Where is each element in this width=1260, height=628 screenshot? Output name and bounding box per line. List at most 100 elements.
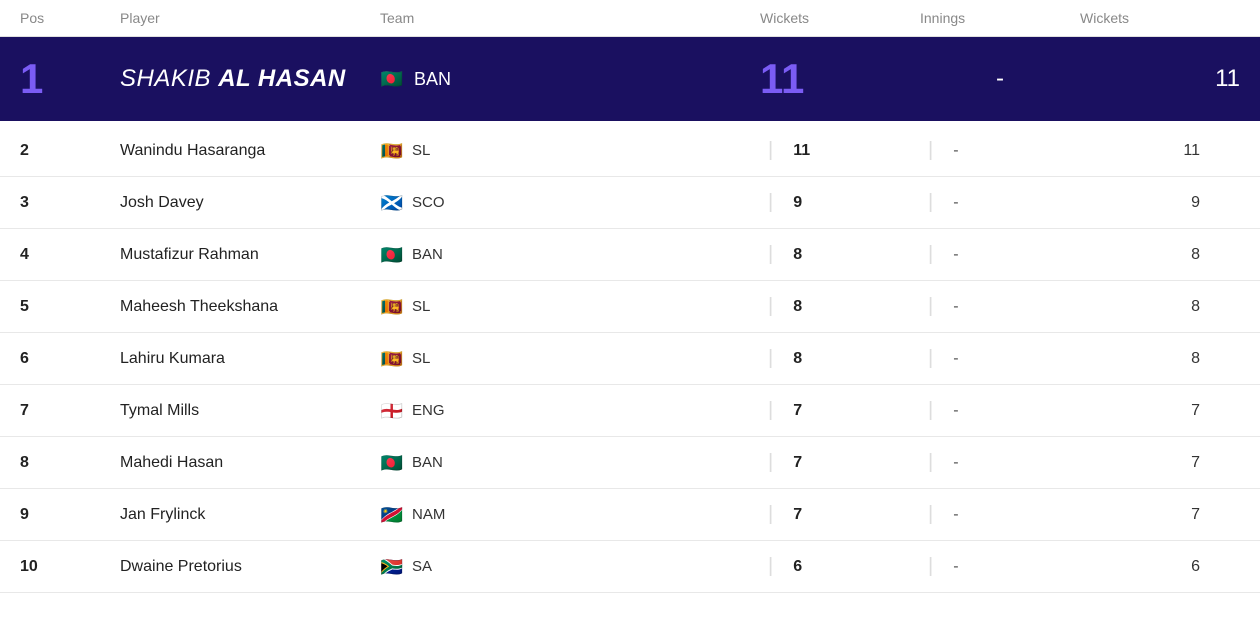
row-team: 🏴󠁧󠁢󠁳󠁣󠁴󠁿 SCO [380, 194, 760, 211]
row-team-code: SL [412, 298, 430, 315]
row-wickets: 8 [793, 298, 802, 316]
table-row: 3 Josh Davey 🏴󠁧󠁢󠁳󠁣󠁴󠁿 SCO | 9 | - 9 [0, 177, 1260, 229]
top-team: 🇧🇩 BAN [380, 69, 760, 90]
row-innings: - [953, 350, 958, 368]
row-pos: 2 [20, 142, 120, 160]
row-player: Dwaine Pretorius [120, 558, 380, 576]
top-innings: - [920, 65, 1080, 93]
row-wickets2-col: 9 [1080, 194, 1240, 212]
row-flag: 🇳🇦 [380, 507, 404, 523]
row-innings-col: | - [920, 295, 1080, 318]
header-player: Player [120, 10, 380, 26]
leaderboard-table: Pos Player Team Wickets Innings Wickets … [0, 0, 1260, 593]
table-row: 6 Lahiru Kumara 🇱🇰 SL | 8 | - 8 [0, 333, 1260, 385]
row-pos: 8 [20, 454, 120, 472]
row-innings: - [953, 558, 958, 576]
row-wickets2-col: 6 [1080, 558, 1240, 576]
row-team-code: NAM [412, 506, 445, 523]
row-player: Jan Frylinck [120, 506, 380, 524]
row-wickets-col: | 11 [760, 139, 920, 162]
top-player-row: 1 SHAKIB AL HASAN 🇧🇩 BAN 11 - 11 [0, 37, 1260, 121]
row-player: Lahiru Kumara [120, 350, 380, 368]
row-wickets: 7 [793, 402, 802, 420]
row-innings-col: | - [920, 243, 1080, 266]
top-player-name: SHAKIB AL HASAN [120, 65, 380, 93]
header-innings: Innings [920, 10, 1080, 26]
row-wickets: 11 [793, 142, 810, 160]
row-wickets2: 11 [1183, 142, 1220, 160]
row-wickets-col: | 7 [760, 451, 920, 474]
row-pos: 3 [20, 194, 120, 212]
top-team-code: BAN [414, 69, 451, 90]
row-wickets-col: | 8 [760, 243, 920, 266]
row-wickets: 8 [793, 350, 802, 368]
row-innings: - [953, 506, 958, 524]
row-wickets-col: | 8 [760, 347, 920, 370]
row-wickets2-col: 8 [1080, 246, 1240, 264]
table-row: 7 Tymal Mills 🏴󠁧󠁢󠁥󠁮󠁧󠁿 ENG | 7 | - 7 [0, 385, 1260, 437]
row-flag: 🇱🇰 [380, 143, 404, 159]
table-row: 2 Wanindu Hasaranga 🇱🇰 SL | 11 | - 11 [0, 125, 1260, 177]
row-wickets2: 7 [1191, 506, 1220, 524]
row-wickets2-col: 7 [1080, 506, 1240, 524]
row-flag: 🇱🇰 [380, 299, 404, 315]
row-player: Mahedi Hasan [120, 454, 380, 472]
row-team: 🇿🇦 SA [380, 558, 760, 575]
table-row: 8 Mahedi Hasan 🇧🇩 BAN | 7 | - 7 [0, 437, 1260, 489]
row-innings: - [953, 402, 958, 420]
row-wickets-col: | 7 [760, 399, 920, 422]
row-team: 🇱🇰 SL [380, 142, 760, 159]
row-team-code: SL [412, 350, 430, 367]
row-innings-col: | - [920, 347, 1080, 370]
data-rows: 2 Wanindu Hasaranga 🇱🇰 SL | 11 | - 11 3 … [0, 125, 1260, 593]
row-wickets-col: | 8 [760, 295, 920, 318]
row-wickets-col: | 6 [760, 555, 920, 578]
row-pos: 10 [20, 558, 120, 576]
row-wickets2-col: 11 [1080, 142, 1240, 160]
row-wickets2-col: 8 [1080, 298, 1240, 316]
row-flag: 🏴󠁧󠁢󠁥󠁮󠁧󠁿 [380, 403, 404, 419]
table-row: 4 Mustafizur Rahman 🇧🇩 BAN | 8 | - 8 [0, 229, 1260, 281]
row-wickets: 8 [793, 246, 802, 264]
row-team: 🇳🇦 NAM [380, 506, 760, 523]
row-flag: 🇧🇩 [380, 455, 404, 471]
row-wickets2-col: 7 [1080, 454, 1240, 472]
header-pos: Pos [20, 10, 120, 26]
row-wickets2: 8 [1191, 246, 1220, 264]
row-innings-col: | - [920, 399, 1080, 422]
row-innings-col: | - [920, 451, 1080, 474]
row-wickets: 7 [793, 454, 802, 472]
row-wickets2-col: 7 [1080, 402, 1240, 420]
row-team-code: ENG [412, 402, 445, 419]
row-wickets2-col: 8 [1080, 350, 1240, 368]
row-wickets: 6 [793, 558, 802, 576]
header-wickets: Wickets [760, 10, 920, 26]
row-team: 🏴󠁧󠁢󠁥󠁮󠁧󠁿 ENG [380, 402, 760, 419]
row-player: Wanindu Hasaranga [120, 142, 380, 160]
row-wickets: 7 [793, 506, 802, 524]
row-innings-col: | - [920, 555, 1080, 578]
row-innings-col: | - [920, 503, 1080, 526]
row-team-code: SCO [412, 194, 445, 211]
row-team-code: SL [412, 142, 430, 159]
header-team: Team [380, 10, 760, 26]
row-pos: 5 [20, 298, 120, 316]
row-team: 🇱🇰 SL [380, 350, 760, 367]
row-wickets2: 8 [1191, 350, 1220, 368]
row-wickets2: 7 [1191, 402, 1220, 420]
row-wickets2: 8 [1191, 298, 1220, 316]
table-row: 9 Jan Frylinck 🇳🇦 NAM | 7 | - 7 [0, 489, 1260, 541]
row-team-code: SA [412, 558, 432, 575]
row-team-code: BAN [412, 454, 443, 471]
row-wickets-col: | 7 [760, 503, 920, 526]
row-team: 🇱🇰 SL [380, 298, 760, 315]
top-flag: 🇧🇩 [380, 71, 404, 87]
header-wickets2: Wickets [1080, 10, 1240, 26]
row-wickets-col: | 9 [760, 191, 920, 214]
row-innings-col: | - [920, 139, 1080, 162]
row-player: Mustafizur Rahman [120, 246, 380, 264]
row-pos: 7 [20, 402, 120, 420]
row-innings: - [953, 142, 958, 160]
table-header: Pos Player Team Wickets Innings Wickets [0, 0, 1260, 37]
row-pos: 6 [20, 350, 120, 368]
